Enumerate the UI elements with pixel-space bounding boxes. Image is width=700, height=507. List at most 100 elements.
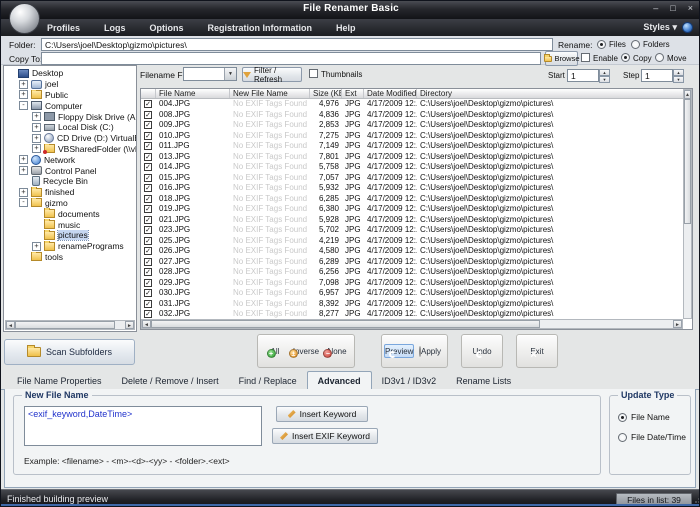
tab-advanced[interactable]: Advanced <box>307 371 372 390</box>
expand-icon[interactable]: + <box>19 166 28 175</box>
spin-down-icon[interactable]: ▼ <box>599 76 610 83</box>
table-row[interactable]: ✓004.JPGNo EXIF Tags Found4,976JPG4/17/2… <box>141 99 692 110</box>
tree-item-joel[interactable]: +joel <box>4 79 136 90</box>
table-row[interactable]: ✓013.JPGNo EXIF Tags Found7,801JPG4/17/2… <box>141 152 692 163</box>
step-input[interactable] <box>641 69 673 82</box>
row-checkbox[interactable]: ✓ <box>144 153 152 161</box>
tab-id3v1-id3v2[interactable]: ID3v1 / ID3v2 <box>372 372 447 389</box>
filename-filter-dropdown[interactable]: ▼ <box>183 67 237 81</box>
row-checkbox[interactable]: ✓ <box>144 184 152 192</box>
tree-item-recycle-bin[interactable]: Recycle Bin <box>4 176 136 187</box>
scrollbar-thumb[interactable] <box>15 321 115 329</box>
row-checkbox[interactable]: ✓ <box>144 205 152 213</box>
close-button[interactable]: × <box>688 3 693 13</box>
row-checkbox[interactable]: ✓ <box>144 100 152 108</box>
tab-find-replace[interactable]: Find / Replace <box>229 372 307 389</box>
header-size[interactable]: Size (KB) <box>310 89 342 98</box>
tab-delete-remove-insert[interactable]: Delete / Remove / Insert <box>112 372 229 389</box>
spin-up-icon[interactable]: ▲ <box>673 69 684 76</box>
row-checkbox[interactable]: ✓ <box>144 279 152 287</box>
scrollbar-thumb[interactable] <box>151 320 540 328</box>
scroll-left-icon[interactable]: ◄ <box>142 320 151 328</box>
header-ext[interactable]: Ext <box>342 89 364 98</box>
scrollbar-thumb[interactable] <box>684 99 691 224</box>
expand-icon[interactable]: + <box>19 90 28 99</box>
table-row[interactable]: ✓031.JPGNo EXIF Tags Found8,392JPG4/17/2… <box>141 299 692 310</box>
menu-item-help[interactable]: Help <box>336 23 356 33</box>
file-name-radio[interactable] <box>618 413 627 422</box>
tree-item-gizmo[interactable]: -gizmo <box>4 198 136 209</box>
table-row[interactable]: ✓014.JPGNo EXIF Tags Found5,758JPG4/17/2… <box>141 162 692 173</box>
rename-folders-radio[interactable] <box>631 40 640 49</box>
exit-button[interactable]: × Exit <box>519 344 555 358</box>
table-row[interactable]: ✓016.JPGNo EXIF Tags Found5,932JPG4/17/2… <box>141 183 692 194</box>
table-row[interactable]: ✓015.JPGNo EXIF Tags Found7,057JPG4/17/2… <box>141 173 692 184</box>
tree-item-pictures[interactable]: pictures <box>4 230 136 241</box>
tree-item-computer[interactable]: -Computer <box>4 100 136 111</box>
expand-icon[interactable]: + <box>32 144 41 153</box>
pattern-input[interactable]: <exif_keyword,DateTime> <box>24 406 262 446</box>
scan-subfolders-button[interactable]: Scan Subfolders <box>4 339 135 365</box>
tab-file-name-properties[interactable]: File Name Properties <box>7 372 112 389</box>
table-row[interactable]: ✓009.JPGNo EXIF Tags Found2,853JPG4/17/2… <box>141 120 692 131</box>
menu-item-options[interactable]: Options <box>150 23 184 33</box>
table-row[interactable]: ✓027.JPGNo EXIF Tags Found6,289JPG4/17/2… <box>141 257 692 268</box>
header-new-file-name[interactable]: New File Name <box>230 89 310 98</box>
undo-button[interactable]: Undo <box>464 344 500 358</box>
insert-exif-keyword-button[interactable]: Insert EXIF Keyword <box>272 428 378 444</box>
table-row[interactable]: ✓018.JPGNo EXIF Tags Found6,285JPG4/17/2… <box>141 194 692 205</box>
tree-item-documents[interactable]: documents <box>4 208 136 219</box>
tree-item-desktop[interactable]: Desktop <box>4 68 136 79</box>
styles-menu[interactable]: Styles ▾ <box>643 22 677 33</box>
row-checkbox[interactable]: ✓ <box>144 132 152 140</box>
apply-button[interactable]: Apply <box>415 344 445 358</box>
table-row[interactable]: ✓011.JPGNo EXIF Tags Found7,149JPG4/17/2… <box>141 141 692 152</box>
start-spinner[interactable]: ▲ ▼ <box>599 69 610 82</box>
expand-icon[interactable]: + <box>32 242 41 251</box>
tree-item-vbsharedfolder-vboxsvr-2[interactable]: +VBSharedFolder (\\vboxsvr) (2 <box>4 144 136 155</box>
table-row[interactable]: ✓019.JPGNo EXIF Tags Found6,380JPG4/17/2… <box>141 204 692 215</box>
header-directory[interactable]: Directory <box>417 89 684 98</box>
row-checkbox[interactable]: ✓ <box>144 174 152 182</box>
table-row[interactable]: ✓023.JPGNo EXIF Tags Found5,702JPG4/17/2… <box>141 225 692 236</box>
minimize-button[interactable]: – <box>653 3 658 13</box>
start-input[interactable] <box>567 69 599 82</box>
row-checkbox[interactable]: ✓ <box>144 310 152 318</box>
scroll-left-icon[interactable]: ◄ <box>6 321 15 329</box>
copyto-input[interactable] <box>41 52 541 65</box>
collapse-icon[interactable]: - <box>19 101 28 110</box>
rename-files-radio[interactable] <box>597 40 606 49</box>
preview-button[interactable]: Preview <box>384 344 414 358</box>
row-checkbox[interactable]: ✓ <box>144 237 152 245</box>
row-checkbox[interactable]: ✓ <box>144 195 152 203</box>
browse-button[interactable]: Browse <box>545 51 578 66</box>
spin-down-icon[interactable]: ▼ <box>673 76 684 83</box>
tree-item-local-disk-c[interactable]: +Local Disk (C:) <box>4 122 136 133</box>
tree-item-music[interactable]: music <box>4 219 136 230</box>
expand-icon[interactable]: + <box>19 80 28 89</box>
insert-keyword-button[interactable]: Insert Keyword <box>276 406 368 422</box>
table-horizontal-scrollbar[interactable]: ◄ ► <box>141 319 683 329</box>
expand-icon[interactable]: + <box>32 123 41 132</box>
row-checkbox[interactable]: ✓ <box>144 289 152 297</box>
select-inverse-button[interactable]: ± Inverse <box>291 344 321 358</box>
expand-icon[interactable]: + <box>19 188 28 197</box>
table-row[interactable]: ✓008.JPGNo EXIF Tags Found4,836JPG4/17/2… <box>141 110 692 121</box>
folder-input[interactable] <box>41 38 553 51</box>
expand-icon[interactable]: + <box>32 134 41 143</box>
table-row[interactable]: ✓010.JPGNo EXIF Tags Found7,275JPG4/17/2… <box>141 131 692 142</box>
row-checkbox[interactable]: ✓ <box>144 247 152 255</box>
tab-rename-lists[interactable]: Rename Lists <box>446 372 521 389</box>
row-checkbox[interactable]: ✓ <box>144 300 152 308</box>
tree-item-tools[interactable]: tools <box>4 252 136 263</box>
tree-item-control-panel[interactable]: +Control Panel <box>4 165 136 176</box>
tree-item-renameprograms[interactable]: +renamePrograms <box>4 241 136 252</box>
file-datetime-radio[interactable] <box>618 433 627 442</box>
move-radio[interactable] <box>655 53 664 62</box>
expand-icon[interactable]: + <box>19 155 28 164</box>
maximize-button[interactable]: □ <box>670 3 675 13</box>
row-checkbox[interactable]: ✓ <box>144 216 152 224</box>
table-row[interactable]: ✓030.JPGNo EXIF Tags Found6,957JPG4/17/2… <box>141 288 692 299</box>
table-row[interactable]: ✓028.JPGNo EXIF Tags Found6,256JPG4/17/2… <box>141 267 692 278</box>
tree-item-floppy-disk-drive-a[interactable]: +Floppy Disk Drive (A:) <box>4 111 136 122</box>
